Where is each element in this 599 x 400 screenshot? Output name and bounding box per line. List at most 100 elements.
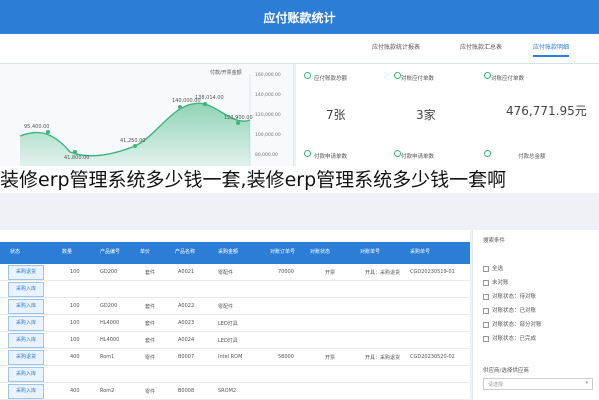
filter-option-label: 对账状态：部分对账 xyxy=(492,322,542,328)
title-bar: 应付账款统计 xyxy=(0,0,599,34)
point-6 xyxy=(236,121,240,125)
row-detail: 开具：采购退货 xyxy=(365,355,401,361)
table-row[interactable]: 采购退货 400 Rom1 零件 B0007 Intel ROM 58000 开… xyxy=(0,349,470,366)
row-pay: 开票 xyxy=(325,355,336,361)
row-qty: 100 xyxy=(70,303,80,309)
filter-option-label: 对账状态：已完成 xyxy=(492,336,537,342)
label-2: 41,800.00 xyxy=(64,155,89,161)
checkbox-icon xyxy=(483,335,489,342)
table-row[interactable]: 采购入库 xyxy=(0,366,470,383)
row-dept: 零配件 xyxy=(218,304,234,310)
point-3 xyxy=(133,144,137,148)
th-order-no: 对账订单号 xyxy=(270,249,296,255)
ytick-2: 140,000.00 xyxy=(255,92,281,98)
row-code: GD200 xyxy=(100,269,118,275)
filter-panel: 搜索条件 全选 未对账 对账状态：待对账 对账状态：已对账 对账状态：部分对账 … xyxy=(472,230,599,400)
row-status: 采购入库 xyxy=(8,333,44,348)
metric-dot-1 xyxy=(304,72,311,79)
dropdown-label: 供应商/选择供应商 xyxy=(483,368,529,374)
filter-option-done[interactable]: 对账状态：已对账 xyxy=(483,306,536,314)
article-headline: 装修erp管理系统多少钱一套,装修erp管理系统多少钱一套啊 xyxy=(0,166,599,193)
metric-value-3: 476,771.95元 xyxy=(506,104,587,118)
filter-option-label: 未对账 xyxy=(492,280,509,286)
row-pay: 开票 xyxy=(325,270,336,276)
filter-option-unrecon[interactable]: 未对账 xyxy=(483,278,509,286)
metric-bottom-3: 付款总金额 xyxy=(518,154,546,160)
metric-bottom-1: 付款申请单数 xyxy=(314,154,348,160)
label-5: 138,014.00 xyxy=(195,95,224,101)
row-code: Rom1 xyxy=(100,354,115,360)
page-title: 应付账款统计 xyxy=(263,10,336,25)
row-qty: 100 xyxy=(70,337,80,343)
point-5 xyxy=(203,102,207,106)
filter-header: 搜索条件 xyxy=(483,238,506,244)
metric-dot-4 xyxy=(304,150,311,157)
row-code: HL4000 xyxy=(100,320,120,326)
th-recon: 对账状态 xyxy=(310,249,331,255)
label-6: 123,900.00 xyxy=(224,115,253,121)
chevron-down-icon: ▾ xyxy=(585,380,588,386)
filter-option-partial[interactable]: 对账状态：部分对账 xyxy=(483,320,542,328)
row-status: 采购入库 xyxy=(8,384,44,399)
tab-bar: 应付账款统计报表 应付账款明细 应付账款汇总表 xyxy=(0,34,599,64)
table-header: 状态 数量 产品编号 单价 产品名称 采购金额 对账订单号 对账状态 对账单号 … xyxy=(0,242,470,264)
table-row[interactable]: 采购入库 100 GD200 套件 A0022 零配件 xyxy=(0,298,470,315)
row-order: CGD20230519-01 xyxy=(410,269,455,275)
metric-dot-6 xyxy=(484,150,491,157)
row-code: GD200 xyxy=(100,303,118,309)
row-qty: 100 xyxy=(70,320,80,326)
filter-option-pending[interactable]: 对账状态：待对账 xyxy=(483,292,536,300)
checkbox-icon xyxy=(483,293,489,300)
supplier-select[interactable]: 请选择 ▾ xyxy=(483,378,593,390)
metric-label-1: 应付账款总额 xyxy=(314,76,348,82)
table-row[interactable]: 采购入库 100 HL4000 套件 A0023 LED灯具 xyxy=(0,315,470,332)
metric-dot-5 xyxy=(394,150,401,157)
row-name: A0024 xyxy=(178,337,195,343)
legend-text: 付款/开票金额 xyxy=(210,69,242,76)
row-qty: 400 xyxy=(70,354,80,360)
ytick-3: 120,000.00 xyxy=(255,112,281,118)
row-unit: 零件 xyxy=(145,355,156,361)
row-status: 采购入库 xyxy=(8,316,44,331)
row-name: A0022 xyxy=(178,303,195,309)
row-name: B0007 xyxy=(178,354,195,360)
th-amount: 采购金额 xyxy=(218,249,239,255)
row-unit: 套件 xyxy=(145,338,156,344)
th-status: 状态 xyxy=(10,249,21,255)
ytick-4: 100,000.00 xyxy=(255,132,281,138)
table-row[interactable]: 采购入库 xyxy=(0,281,470,298)
th-unit: 单价 xyxy=(140,249,151,255)
tab-detail[interactable]: 应付账款明细 xyxy=(533,42,570,57)
row-dept: LED灯具 xyxy=(218,338,238,344)
label-1: 95,400.00 xyxy=(24,124,49,130)
tab-report[interactable]: 应付账款统计报表 xyxy=(372,42,420,51)
select-placeholder: 请选择 xyxy=(488,382,504,388)
filter-option-label: 对账状态：待对账 xyxy=(492,294,537,300)
table-row[interactable]: 采购入库 400 Rom2 零件 B0008 SROM2 xyxy=(0,383,470,400)
th-recon-no: 对账单号 xyxy=(360,249,381,255)
filter-option-complete[interactable]: 对账状态：已完成 xyxy=(483,334,536,342)
row-status: 采购入库 xyxy=(8,299,44,314)
table-row[interactable]: 采购退货 100 GD200 套件 A0021 零配件 70000 开票 开具：… xyxy=(0,264,470,281)
point-2 xyxy=(73,150,77,154)
row-amount: 58000 xyxy=(278,354,294,360)
row-unit: 零件 xyxy=(145,389,156,395)
ytick-1: 160,000.00 xyxy=(255,72,281,78)
label-3: 41,250.00 xyxy=(120,138,145,144)
point-4 xyxy=(178,105,182,109)
row-name: A0023 xyxy=(178,320,195,326)
row-code: Rom2 xyxy=(100,388,115,394)
row-status: 采购入库 xyxy=(8,367,44,382)
checkbox-icon xyxy=(483,279,489,286)
metric-dot-3 xyxy=(484,72,491,79)
ytick-5: 80,000.00 xyxy=(255,152,278,158)
point-1 xyxy=(46,130,50,134)
metric-value-1: 7张 xyxy=(326,108,346,122)
row-name: A0021 xyxy=(178,269,195,275)
tab-summary[interactable]: 应付账款汇总表 xyxy=(460,42,502,51)
row-code: HL4000 xyxy=(100,337,120,343)
metric-value-2: 3家 xyxy=(416,108,436,122)
metric-dot-2 xyxy=(394,72,401,79)
table-row[interactable]: 采购入库 100 HL4000 套件 A0024 LED灯具 xyxy=(0,332,470,349)
filter-option-all[interactable]: 全选 xyxy=(483,264,503,272)
